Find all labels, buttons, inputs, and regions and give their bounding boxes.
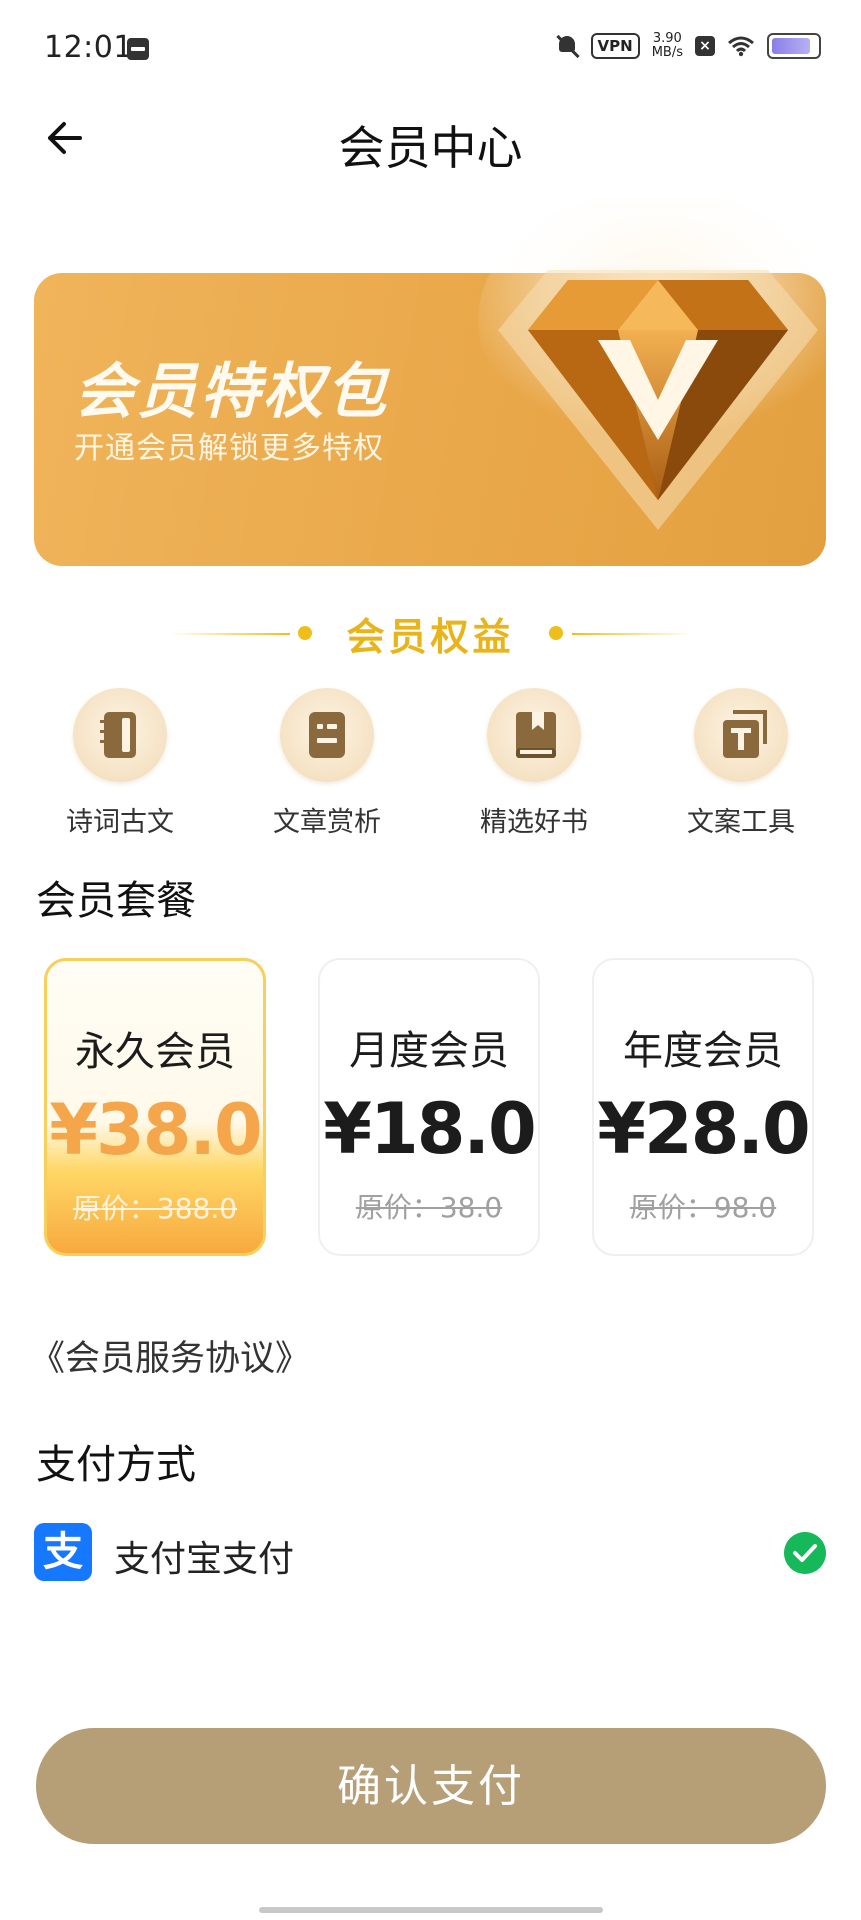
- package-price: ¥28.0: [597, 1088, 810, 1170]
- close-notification-icon: ×: [695, 36, 715, 56]
- battery-icon: [767, 33, 821, 59]
- benefit-poetry[interactable]: 诗词古文: [40, 688, 200, 839]
- confirm-payment-button[interactable]: 确认支付: [36, 1728, 826, 1844]
- service-agreement-link[interactable]: 《会员服务协议》: [30, 1330, 310, 1381]
- benefit-label: 精选好书: [480, 807, 588, 838]
- benefits-title: 会员权益: [346, 615, 515, 659]
- package-price: ¥38.0: [49, 1089, 262, 1171]
- benefit-label: 文章赏析: [273, 807, 381, 838]
- benefit-article[interactable]: 文章赏析: [247, 688, 407, 839]
- mute-bell-icon: [555, 34, 579, 58]
- package-name: 月度会员: [349, 1028, 509, 1074]
- notebook-icon: [100, 712, 136, 758]
- banner-subtitle: 开通会员解锁更多特权: [74, 431, 384, 466]
- vpn-badge: VPN: [590, 33, 640, 59]
- payment-heading: 支付方式: [36, 1442, 196, 1488]
- status-time: 12:01: [44, 30, 133, 65]
- home-indicator[interactable]: [259, 1907, 603, 1913]
- package-card-yearly[interactable]: 年度会员 ¥28.0 原价：98.0: [592, 958, 814, 1256]
- page-title: 会员中心: [338, 121, 523, 175]
- diamond-v-icon: [478, 200, 838, 530]
- package-original-price: 原价：98.0: [629, 1191, 777, 1224]
- speed-value: 3.90: [652, 31, 682, 46]
- package-price: ¥18.0: [323, 1088, 536, 1170]
- article-icon: [309, 712, 345, 758]
- alipay-icon: 支: [34, 1523, 92, 1581]
- banner-title: 会员特权包: [74, 357, 389, 427]
- benefit-line-right: [572, 633, 692, 635]
- speed-unit: MB/s: [651, 45, 683, 60]
- book-icon: [516, 712, 556, 758]
- benefit-dot-right: [549, 626, 563, 640]
- benefit-copy-tool[interactable]: 文案工具: [661, 688, 821, 839]
- checkmark-icon[interactable]: [784, 1532, 826, 1574]
- benefit-label: 诗词古文: [66, 807, 174, 838]
- package-original-price: 原价：388.0: [72, 1192, 238, 1225]
- wifi-icon: [728, 36, 754, 57]
- packages-heading: 会员套餐: [36, 878, 196, 924]
- package-card-monthly[interactable]: 月度会员 ¥18.0 原价：38.0: [318, 958, 540, 1256]
- package-original-price: 原价：38.0: [355, 1191, 503, 1224]
- payment-method-label[interactable]: 支付宝支付: [114, 1530, 294, 1582]
- network-speed: 3.90 MB/s: [652, 32, 683, 60]
- package-name: 永久会员: [75, 1029, 235, 1075]
- package-card-lifetime[interactable]: 永久会员 ¥38.0 原价：388.0: [44, 958, 266, 1256]
- package-name: 年度会员: [623, 1028, 783, 1074]
- benefit-books[interactable]: 精选好书: [454, 688, 614, 839]
- status-icons: VPN 3.90 MB/s ×: [555, 32, 821, 60]
- wallet-icon: [127, 38, 149, 60]
- benefit-label: 文案工具: [687, 807, 795, 838]
- text-tool-icon: [723, 710, 767, 758]
